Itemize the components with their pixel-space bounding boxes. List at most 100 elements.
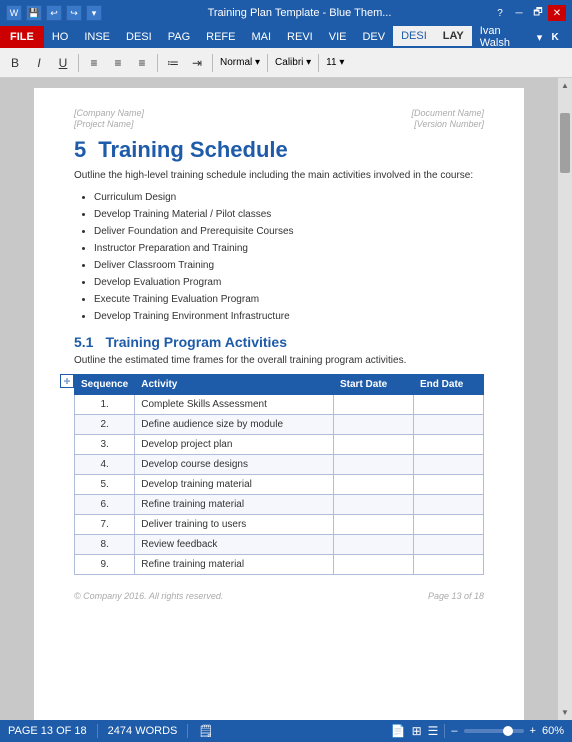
cell-activity: Develop project plan [135, 435, 334, 455]
tab-vie[interactable]: VIE [321, 26, 355, 48]
sep5 [318, 54, 319, 72]
ribbon: FILE HO INSE DESI PAG REFE MAI REVI VIE … [0, 26, 572, 78]
cell-start [334, 475, 414, 495]
italic-tool[interactable]: I [28, 52, 50, 74]
cell-end [414, 555, 484, 575]
zoom-level: 60% [542, 725, 564, 737]
table-row: 9. Refine training material [75, 555, 484, 575]
zoom-slider[interactable] [464, 729, 524, 733]
font-dropdown[interactable]: Calibri ▾ [272, 57, 314, 68]
layout-icon2[interactable]: ⊞ [412, 724, 422, 738]
app-icon: W [6, 5, 22, 21]
table-row: 8. Review feedback [75, 535, 484, 555]
footer-left: © Company 2016. All rights reserved. [74, 591, 223, 601]
section5-title: Training Schedule [98, 137, 287, 163]
layout-icon1[interactable]: 📄 [391, 724, 406, 738]
word-count: 2474 WORDS [108, 725, 178, 737]
user-avatar: K [546, 28, 564, 46]
cell-activity: Develop course designs [135, 455, 334, 475]
cell-seq: 8. [75, 535, 135, 555]
cell-end [414, 515, 484, 535]
align-left-tool[interactable]: ≡ [83, 52, 105, 74]
version-number: [Version Number] [411, 119, 484, 129]
underline-tool[interactable]: U [52, 52, 74, 74]
section5-heading: 5 Training Schedule [74, 137, 484, 163]
align-center-tool[interactable]: ≡ [107, 52, 129, 74]
table-handle[interactable]: ✛ [60, 374, 74, 388]
undo-icon[interactable]: ↩ [46, 5, 62, 21]
tab-refe[interactable]: REFE [198, 26, 243, 48]
tab-file[interactable]: FILE [0, 26, 44, 48]
title-bar-icons: W 💾 ↩ ↪ ▾ [6, 5, 102, 21]
cell-end [414, 455, 484, 475]
scroll-up-arrow[interactable]: ▲ [558, 78, 572, 93]
minimize-button[interactable]: ─ [510, 5, 528, 21]
list-item: Develop Training Material / Pilot classe… [94, 208, 484, 222]
cell-activity: Develop training material [135, 475, 334, 495]
tab-lay[interactable]: LAY [435, 26, 472, 48]
close-button[interactable]: ✕ [548, 5, 566, 21]
section5-desc: Outline the high-level training schedule… [74, 169, 484, 183]
bold-tool[interactable]: B [4, 52, 26, 74]
style-dropdown[interactable]: Normal ▾ [217, 57, 263, 68]
scroll-thumb[interactable] [560, 113, 570, 173]
tab-inse[interactable]: INSE [76, 26, 118, 48]
cell-start [334, 555, 414, 575]
status-sep2 [187, 724, 188, 738]
tab-revi[interactable]: REVI [279, 26, 321, 48]
table-row: 4. Develop course designs [75, 455, 484, 475]
vertical-scrollbar[interactable]: ▲ ▼ [558, 78, 572, 720]
cell-end [414, 535, 484, 555]
tab-desi[interactable]: DESI [118, 26, 160, 48]
cell-activity: Deliver training to users [135, 515, 334, 535]
ribbon-tabs: FILE HO INSE DESI PAG REFE MAI REVI VIE … [0, 26, 572, 48]
table-wrapper: ✛ Sequence Activity Start Date End Date … [74, 374, 484, 575]
list-item: Curriculum Design [94, 191, 484, 205]
more-icon[interactable]: ▾ [86, 5, 102, 21]
align-right-tool[interactable]: ≡ [131, 52, 153, 74]
cell-start [334, 395, 414, 415]
tab-ho[interactable]: HO [44, 26, 77, 48]
cell-seq: 9. [75, 555, 135, 575]
tab-mai[interactable]: MAI [243, 26, 279, 48]
header-left: [Company Name] [Project Name] [74, 108, 144, 129]
doc-scroll[interactable]: [Company Name] [Project Name] [Document … [0, 78, 558, 720]
window-controls: ? ─ 🗗 ✕ [491, 5, 566, 21]
status-sep3 [444, 724, 445, 738]
scroll-down-arrow[interactable]: ▼ [558, 705, 572, 720]
save-icon[interactable]: 💾 [26, 5, 42, 21]
chevron-down-icon: ▾ [537, 31, 543, 44]
bullet-tool[interactable]: ≔ [162, 52, 184, 74]
restore-button[interactable]: 🗗 [529, 5, 547, 21]
document-area: [Company Name] [Project Name] [Document … [0, 78, 572, 720]
zoom-minus-button[interactable]: – [451, 725, 457, 737]
table-row: 5. Develop training material [75, 475, 484, 495]
help-button[interactable]: ? [491, 5, 509, 21]
cell-activity: Complete Skills Assessment [135, 395, 334, 415]
section5-num: 5 [74, 137, 86, 163]
cell-start [334, 535, 414, 555]
section51-title: Training Program Activities [105, 334, 287, 350]
col-header-sequence: Sequence [75, 375, 135, 395]
tab-dev[interactable]: DEV [354, 26, 393, 48]
indent-tool[interactable]: ⇥ [186, 52, 208, 74]
layout-icon3[interactable]: ☰ [428, 724, 439, 738]
size-dropdown[interactable]: 11 ▾ [323, 57, 347, 68]
page-footer: © Company 2016. All rights reserved. Pag… [74, 591, 484, 601]
zoom-plus-button[interactable]: + [530, 725, 536, 737]
company-name: [Company Name] [74, 108, 144, 118]
table-body: 1. Complete Skills Assessment 2. Define … [75, 395, 484, 575]
sep1 [78, 54, 79, 72]
tab-pag[interactable]: PAG [160, 26, 198, 48]
user-menu[interactable]: Ivan Walsh ▾ K [472, 26, 572, 48]
tab-desi2[interactable]: DESI [393, 26, 435, 48]
cell-end [414, 395, 484, 415]
cell-start [334, 515, 414, 535]
col-header-end: End Date [414, 375, 484, 395]
section51-num: 5.1 [74, 334, 93, 350]
redo-icon[interactable]: ↪ [66, 5, 82, 21]
status-right: 📄 ⊞ ☰ – + 60% [391, 724, 564, 738]
table-header-row: Sequence Activity Start Date End Date [75, 375, 484, 395]
cell-seq: 4. [75, 455, 135, 475]
list-item: Instructor Preparation and Training [94, 242, 484, 256]
